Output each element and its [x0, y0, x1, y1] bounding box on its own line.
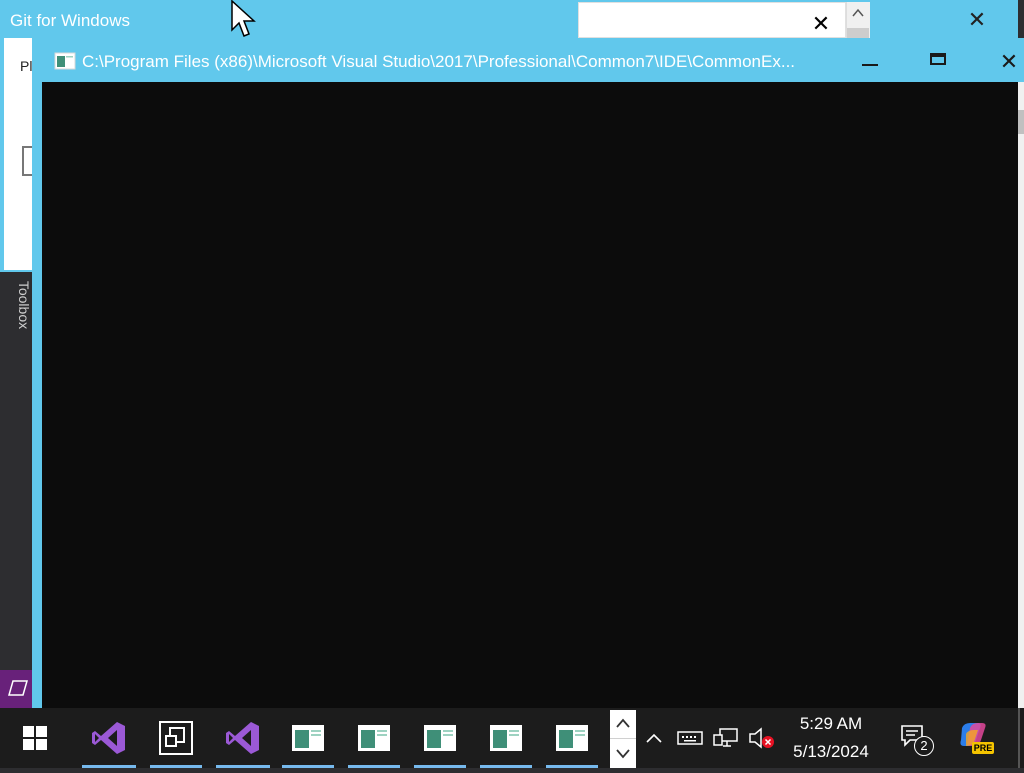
console-app-icon[interactable] — [54, 52, 76, 70]
vs-status-button[interactable] — [0, 670, 34, 708]
maximize-icon[interactable] — [916, 42, 964, 82]
console-close-button[interactable]: ✕ — [988, 42, 1024, 82]
taskbar-console-window-3[interactable] — [414, 708, 466, 768]
taskbar-scroller[interactable] — [610, 710, 636, 768]
window-outline-icon — [8, 680, 28, 696]
console-window-icon — [556, 725, 588, 751]
console-scroll-thumb[interactable] — [1018, 110, 1024, 134]
copilot-button[interactable]: PRE — [954, 720, 994, 756]
taskbar-console-window-1[interactable] — [282, 708, 334, 768]
notification-count-badge: 2 — [914, 736, 934, 756]
action-center-button[interactable]: 2 — [896, 722, 936, 756]
show-hidden-icons-button[interactable] — [642, 724, 666, 752]
taskbar-scroll-arrows-icon — [616, 718, 630, 759]
network-icon — [713, 728, 738, 747]
taskbar-visual-studio-1[interactable] — [82, 708, 136, 768]
taskbar-visual-studio-2[interactable] — [216, 708, 270, 768]
git-scroll-thumb[interactable] — [847, 28, 869, 38]
clock-time[interactable]: 5:29 AM — [776, 714, 886, 734]
taskbar-task-view-app[interactable] — [150, 708, 202, 768]
toolbox-label: Toolbox — [16, 280, 32, 330]
console-window-icon — [424, 725, 456, 751]
windows-logo-icon — [23, 726, 47, 750]
console-window-icon — [490, 725, 522, 751]
console-window-title: C:\Program Files (x86)\Microsoft Visual … — [82, 52, 796, 71]
chevron-up-icon — [646, 733, 662, 743]
clock-date[interactable]: 5/13/2024 — [776, 742, 886, 762]
git-content-field[interactable] — [22, 146, 32, 176]
taskbar-scroller-divider — [610, 738, 636, 739]
git-window-title: Git for Windows — [10, 11, 130, 30]
minimize-icon[interactable] — [846, 42, 894, 82]
git-content-label: Pl — [20, 58, 33, 74]
taskbar-console-window-5[interactable] — [546, 708, 598, 768]
visual-studio-icon — [92, 722, 125, 754]
tray-volume[interactable] — [746, 724, 776, 752]
show-desktop-button[interactable] — [1018, 708, 1020, 768]
keyboard-icon — [677, 731, 703, 745]
console-window-icon — [358, 725, 390, 751]
task-view-icon — [159, 721, 193, 755]
visual-studio-icon — [226, 722, 259, 754]
taskbar-console-window-4[interactable] — [480, 708, 532, 768]
console-window-icon — [292, 725, 324, 751]
console-scrollbar[interactable] — [1018, 82, 1024, 708]
console-output[interactable] — [42, 82, 1018, 708]
start-button[interactable] — [4, 708, 66, 768]
git-close-button[interactable]: ✕ — [952, 2, 1002, 38]
scroll-up-icon[interactable] — [850, 6, 866, 20]
copilot-preview-badge: PRE — [972, 742, 994, 754]
mouse-cursor-icon — [231, 0, 256, 37]
taskbar-console-window-2[interactable] — [348, 708, 400, 768]
git-input-box[interactable] — [578, 2, 846, 38]
git-box-close-icon[interactable]: ✕ — [810, 13, 832, 35]
tray-network[interactable] — [712, 724, 740, 752]
tray-keyboard[interactable] — [676, 724, 704, 752]
volume-muted-icon — [749, 727, 774, 749]
